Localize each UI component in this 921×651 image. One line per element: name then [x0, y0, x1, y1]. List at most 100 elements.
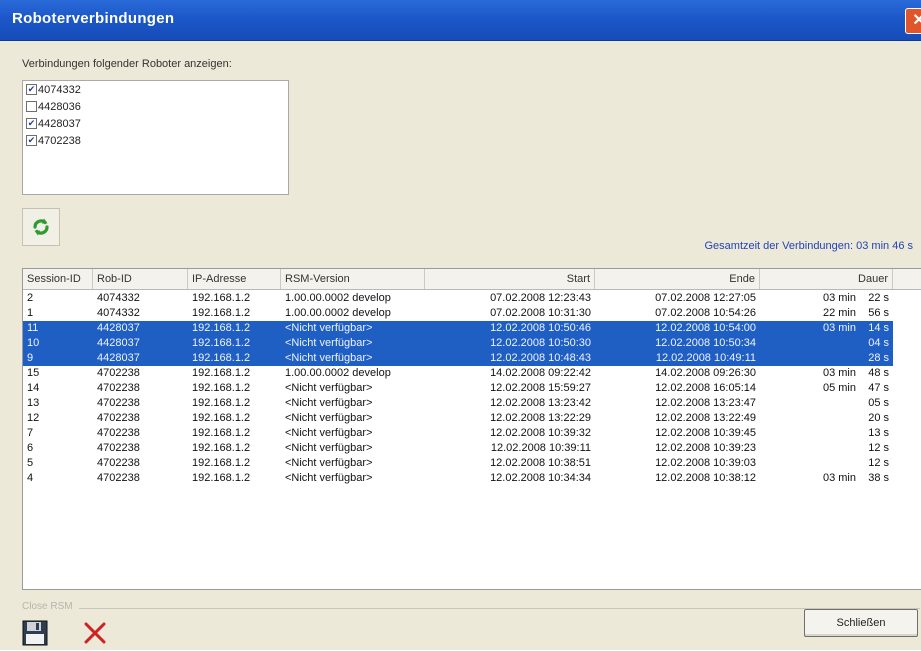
- cell-start: 07.02.2008 10:31:30: [490, 307, 591, 319]
- column-header-rsm-version[interactable]: RSM-Version: [281, 269, 425, 289]
- robot-list-item[interactable]: 4428036: [23, 98, 288, 115]
- robot-list-item[interactable]: ✔ 4074332: [23, 81, 288, 98]
- delete-button[interactable]: [82, 620, 108, 646]
- column-header-session-id[interactable]: Session-ID: [23, 269, 93, 289]
- table-row[interactable]: 5 4702238 192.168.1.2 <Nicht verfügbar> 12.0…: [23, 456, 893, 471]
- cell-rob-id: 4702238: [97, 457, 140, 469]
- cell-ip-address: 192.168.1.2: [192, 337, 251, 349]
- cell-rsm-version: <Nicht verfügbar>: [285, 442, 373, 454]
- table-row[interactable]: 11 4428037 192.168.1.2 <Nicht verfügbar> 12.…: [23, 321, 893, 336]
- cell-session-id: 6: [27, 442, 34, 454]
- robot-id-label: 4074332: [38, 83, 81, 96]
- cell-session-id: 5: [27, 457, 34, 469]
- cell-rsm-version: <Nicht verfügbar>: [285, 352, 373, 364]
- cell-duration-min: 05 min: [822, 382, 856, 394]
- table-row[interactable]: 7 4702238 192.168.1.2 <Nicht verfügbar> 12.0…: [23, 426, 893, 441]
- cell-duration-min: [760, 336, 860, 351]
- total-connection-time: Gesamtzeit der Verbindungen: 03 min 46 s: [704, 240, 913, 252]
- column-header-end[interactable]: Ende: [595, 269, 760, 289]
- cell-duration-sec: 12 s: [868, 442, 889, 454]
- close-window-button[interactable]: ✕: [905, 8, 921, 34]
- cell-rsm-version: <Nicht verfügbar>: [285, 382, 373, 394]
- cell-ip-address: 192.168.1.2: [192, 442, 251, 454]
- cell-rsm-version: <Nicht verfügbar>: [285, 472, 373, 484]
- column-header-duration[interactable]: Dauer: [760, 269, 893, 289]
- cell-ip-address: 192.168.1.2: [192, 352, 251, 364]
- robot-id-label: 4702238: [38, 134, 81, 147]
- robot-filter-label: Verbindungen folgender Roboter anzeigen:: [22, 58, 232, 70]
- cell-start: 07.02.2008 12:23:43: [490, 292, 591, 304]
- window-title: Roboterverbindungen: [12, 10, 175, 27]
- cell-ip-address: 192.168.1.2: [192, 382, 251, 394]
- dialog-window: Roboterverbindungen ✕ Verbindungen folge…: [0, 0, 921, 650]
- cell-rob-id: 4428037: [97, 337, 140, 349]
- cell-ip-address: 192.168.1.2: [192, 457, 251, 469]
- cell-end: 12.02.2008 10:54:00: [655, 322, 756, 334]
- cell-end: 12.02.2008 10:38:12: [655, 472, 756, 484]
- table-row[interactable]: 6 4702238 192.168.1.2 <Nicht verfügbar> 12.0…: [23, 441, 893, 456]
- cell-duration-min: 22 min: [822, 307, 856, 319]
- cell-rsm-version: <Nicht verfügbar>: [285, 337, 373, 349]
- cell-duration-min: [760, 411, 860, 426]
- cell-duration-sec: 28 s: [868, 352, 889, 364]
- refresh-button[interactable]: [22, 208, 60, 246]
- cell-session-id: 4: [27, 472, 34, 484]
- close-button[interactable]: Schließen: [804, 609, 918, 637]
- cell-duration-min: [760, 441, 860, 456]
- cell-duration-sec: 12 s: [868, 457, 889, 469]
- cell-duration-sec: 20 s: [868, 412, 889, 424]
- table-row[interactable]: 14 4702238 192.168.1.2 <Nicht verfügbar> 12.…: [23, 381, 893, 396]
- cell-duration-min: [760, 456, 860, 471]
- cell-rob-id: 4702238: [97, 382, 140, 394]
- cell-rob-id: 4702238: [97, 397, 140, 409]
- table-row[interactable]: 9 4428037 192.168.1.2 <Nicht verfügbar> 12.0…: [23, 351, 893, 366]
- column-header-rob-id[interactable]: Rob-ID: [93, 269, 188, 289]
- floppy-disk-icon: [22, 620, 48, 646]
- table-row[interactable]: 12 4702238 192.168.1.2 <Nicht verfügbar> 12.…: [23, 411, 893, 426]
- cell-session-id: 13: [27, 397, 40, 409]
- cell-rob-id: 4074332: [97, 292, 140, 304]
- cell-rob-id: 4702238: [97, 472, 140, 484]
- cell-duration-sec: 38 s: [868, 472, 889, 484]
- checkbox[interactable]: ✔: [26, 135, 37, 146]
- robot-id-label: 4428036: [38, 100, 81, 113]
- table-row[interactable]: 10 4428037 192.168.1.2 <Nicht verfügbar> 12.…: [23, 336, 893, 351]
- cell-start: 12.02.2008 10:38:51: [490, 457, 591, 469]
- save-button[interactable]: [22, 620, 48, 646]
- cell-rob-id: 4702238: [97, 427, 140, 439]
- cell-rob-id: 4702238: [97, 367, 140, 379]
- cell-duration-sec: 13 s: [868, 427, 889, 439]
- group-label: Close RSM: [22, 601, 79, 612]
- table-row[interactable]: 15 4702238 192.168.1.2 1.00.00.0002 develop…: [23, 366, 893, 381]
- cell-rob-id: 4702238: [97, 412, 140, 424]
- checkbox[interactable]: ✔: [26, 84, 37, 95]
- robot-filter-list: ✔ 4074332 4428036 ✔ 4428037 ✔ 4702238: [22, 80, 289, 195]
- cell-session-id: 14: [27, 382, 40, 394]
- table-header: Session-ID Rob-ID IP-Adresse RSM-Version…: [23, 269, 921, 290]
- cell-end: 12.02.2008 10:49:11: [655, 352, 756, 364]
- robot-list-item[interactable]: ✔ 4702238: [23, 132, 288, 149]
- checkbox[interactable]: ✔: [26, 118, 37, 129]
- cell-ip-address: 192.168.1.2: [192, 472, 251, 484]
- cell-duration-min: 03 min: [822, 292, 856, 304]
- table-row[interactable]: 2 4074332 192.168.1.2 1.00.00.0002 develop 0…: [23, 291, 893, 306]
- cell-rsm-version: <Nicht verfügbar>: [285, 412, 373, 424]
- cell-rob-id: 4074332: [97, 307, 140, 319]
- cell-rsm-version: 1.00.00.0002 develop: [285, 292, 391, 304]
- cell-session-id: 15: [27, 367, 40, 379]
- column-header-ip[interactable]: IP-Adresse: [188, 269, 281, 289]
- robot-list-item[interactable]: ✔ 4428037: [23, 115, 288, 132]
- table-row[interactable]: 4 4702238 192.168.1.2 <Nicht verfügbar> 12.0…: [23, 471, 893, 486]
- cell-rsm-version: 1.00.00.0002 develop: [285, 307, 391, 319]
- robot-id-label: 4428037: [38, 117, 81, 130]
- cell-ip-address: 192.168.1.2: [192, 322, 251, 334]
- column-header-start[interactable]: Start: [425, 269, 595, 289]
- cell-rsm-version: <Nicht verfügbar>: [285, 397, 373, 409]
- cell-duration-sec: 05 s: [868, 397, 889, 409]
- table-row[interactable]: 1 4074332 192.168.1.2 1.00.00.0002 develop 0…: [23, 306, 893, 321]
- cell-rob-id: 4702238: [97, 442, 140, 454]
- cell-duration-sec: 56 s: [868, 307, 889, 319]
- table-row[interactable]: 13 4702238 192.168.1.2 <Nicht verfügbar> 12.…: [23, 396, 893, 411]
- cell-end: 12.02.2008 13:23:47: [655, 397, 756, 409]
- checkbox[interactable]: [26, 101, 37, 112]
